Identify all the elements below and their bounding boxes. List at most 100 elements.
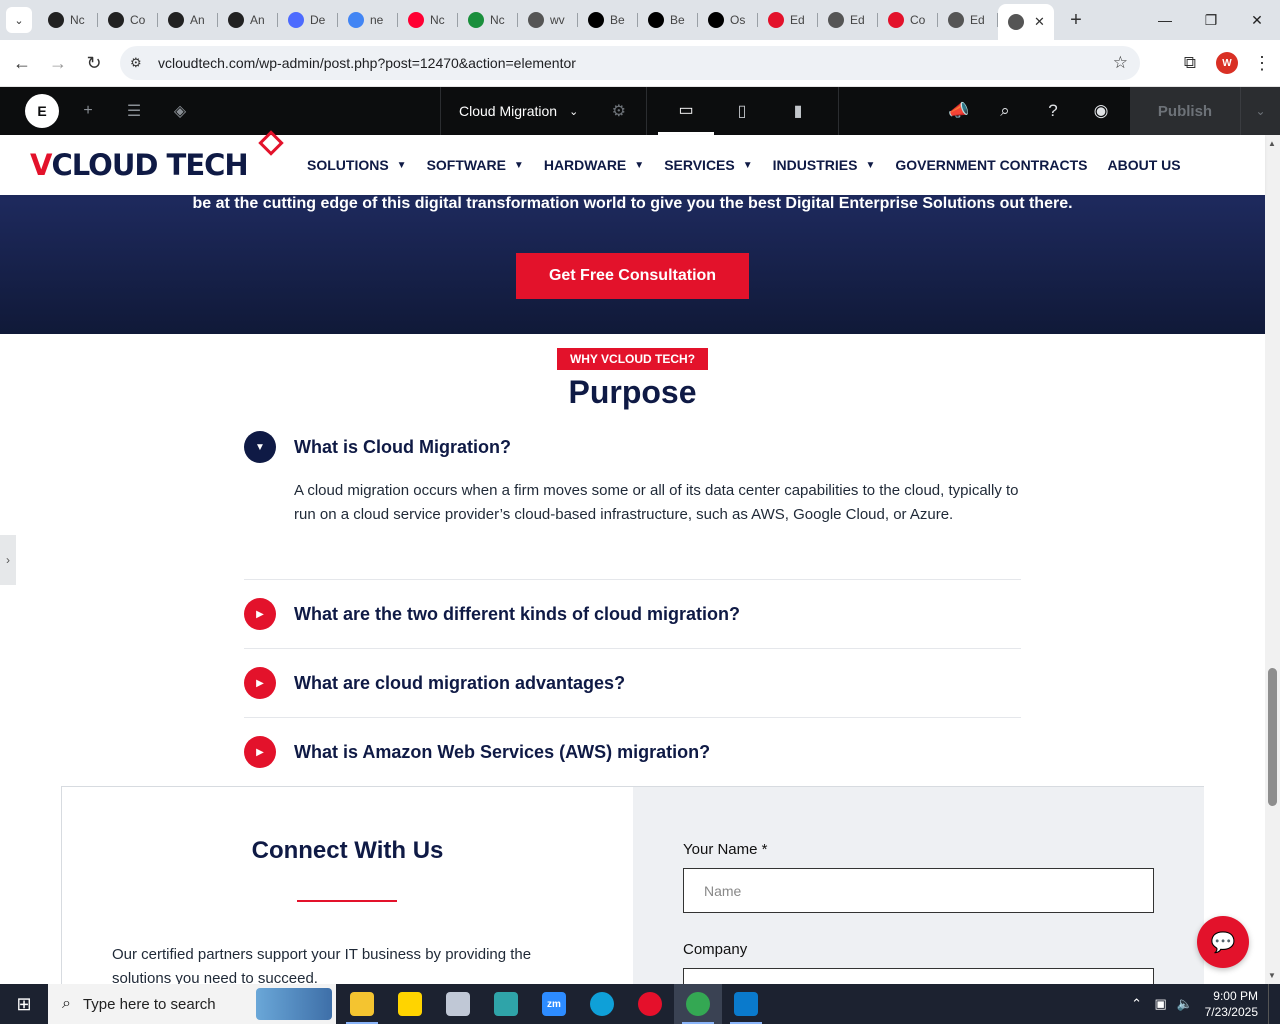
get-free-consultation-button[interactable]: Get Free Consultation xyxy=(516,253,749,299)
deepseek-icon xyxy=(288,12,304,28)
browser-tab-active[interactable]: ✕ xyxy=(998,4,1054,40)
browser-tab[interactable]: Ed xyxy=(818,4,878,36)
more-menu-icon[interactable]: ⋮ xyxy=(1252,53,1272,74)
nav-item[interactable]: SOLUTIONS ▼ xyxy=(297,157,417,173)
tablet-device-button[interactable]: ▯ xyxy=(714,87,770,135)
faq-question[interactable]: What is Amazon Web Services (AWS) migrat… xyxy=(294,742,710,763)
caret-right-icon[interactable]: ▶ xyxy=(244,736,276,768)
taskbar-app[interactable] xyxy=(578,984,626,1024)
volume-icon[interactable]: 🔈 xyxy=(1173,996,1197,1012)
name-input[interactable]: Name xyxy=(683,868,1154,913)
browser-tab[interactable]: Co xyxy=(98,4,158,36)
nav-item[interactable]: HARDWARE ▼ xyxy=(534,157,654,173)
browser-tab[interactable]: Ed xyxy=(938,4,998,36)
publish-button[interactable]: Publish xyxy=(1130,87,1240,135)
close-window-button[interactable]: ✕ xyxy=(1234,0,1280,40)
browser-tab[interactable]: ne xyxy=(338,4,398,36)
taskbar-app[interactable] xyxy=(338,984,386,1024)
structure-button[interactable]: ◈ xyxy=(157,87,203,135)
new-tab-button[interactable]: + xyxy=(1058,4,1094,36)
restore-button[interactable]: ❐ xyxy=(1188,0,1234,40)
taskbar-app[interactable] xyxy=(722,984,770,1024)
faq-item[interactable]: ▶ What are the two different kinds of cl… xyxy=(244,580,1021,649)
scrollbar-thumb[interactable] xyxy=(1268,668,1277,806)
finder-button[interactable]: ⌕ xyxy=(981,87,1029,135)
browser-tab[interactable]: wv xyxy=(518,4,578,36)
browser-tab[interactable]: Os xyxy=(698,4,758,36)
caret-right-icon[interactable]: ▶ xyxy=(244,667,276,699)
tab-title: ne xyxy=(370,13,384,27)
nav-item[interactable]: SERVICES ▼ xyxy=(654,157,762,173)
section-title: Purpose xyxy=(568,374,697,410)
elementor-logo[interactable]: E xyxy=(25,94,59,128)
browser-tab[interactable]: Nc xyxy=(38,4,98,36)
bookmark-star-icon[interactable]: ☆ xyxy=(1113,53,1128,73)
taskbar-app[interactable] xyxy=(482,984,530,1024)
address-bar[interactable]: ⚙ vcloudtech.com/wp-admin/post.php?post=… xyxy=(120,46,1140,80)
scroll-down-icon[interactable]: ▼ xyxy=(1268,971,1276,980)
desktop-device-button[interactable]: ▭ xyxy=(658,87,714,135)
nav-item[interactable]: GOVERNMENT CONTRACTS xyxy=(885,157,1097,173)
taskbar-search[interactable]: ⌕ Type here to search xyxy=(48,984,336,1024)
preview-button[interactable]: ◉ xyxy=(1077,87,1125,135)
reload-button[interactable]: ↻ xyxy=(76,45,112,81)
close-tab-icon[interactable]: ✕ xyxy=(1034,14,1045,30)
browser-tab[interactable]: De xyxy=(278,4,338,36)
company-input[interactable] xyxy=(683,968,1154,985)
start-button[interactable]: ⊞ xyxy=(0,984,48,1024)
notifications-button[interactable]: 📣 xyxy=(935,87,983,135)
taskbar-app[interactable] xyxy=(674,984,722,1024)
tab-list: Nc Co An An De ne Nc Nc wv Be Be Os Ed Ed Co Ed ✕ xyxy=(38,0,1054,40)
caret-right-icon[interactable]: ▶ xyxy=(244,598,276,630)
faq-question[interactable]: What is Cloud Migration? xyxy=(294,437,511,458)
taskbar-app[interactable] xyxy=(626,984,674,1024)
chat-button[interactable]: 💬 xyxy=(1197,916,1249,968)
faq-list: ▼ What is Cloud Migration? A cloud migra… xyxy=(244,431,1021,787)
browser-tab[interactable]: Nc xyxy=(398,4,458,36)
help-button[interactable]: ? xyxy=(1029,87,1077,135)
site-logo[interactable]: VCLOUD TECH xyxy=(30,130,284,182)
nav-item[interactable]: ABOUT US xyxy=(1097,157,1190,173)
browser-tab[interactable]: Ed xyxy=(758,4,818,36)
publish-options-button[interactable]: ⌄ xyxy=(1240,87,1280,135)
url-text[interactable]: vcloudtech.com/wp-admin/post.php?post=12… xyxy=(158,55,576,71)
nav-item[interactable]: INDUSTRIES ▼ xyxy=(763,157,886,173)
faq-item[interactable]: ▼ What is Cloud Migration? A cloud migra… xyxy=(244,431,1021,580)
forward-button[interactable]: → xyxy=(40,45,76,81)
tab-search-menu[interactable]: ⌄ xyxy=(0,0,38,40)
linkedin-icon xyxy=(528,12,544,28)
nav-item[interactable]: SOFTWARE ▼ xyxy=(417,157,534,173)
clock[interactable]: 9:00 PM 7/23/2025 xyxy=(1197,988,1268,1020)
faq-item[interactable]: ▶ What are cloud migration advantages? xyxy=(244,649,1021,718)
taskbar-app[interactable] xyxy=(386,984,434,1024)
back-button[interactable]: ← xyxy=(4,45,40,81)
mobile-device-button[interactable]: ▮ xyxy=(770,87,826,135)
scroll-up-icon[interactable]: ▲ xyxy=(1268,139,1276,148)
browser-tab[interactable]: Nc xyxy=(458,4,518,36)
taskbar-app[interactable] xyxy=(434,984,482,1024)
desktop-icon: ▭ xyxy=(678,101,694,119)
page-scrollbar[interactable]: ▲ ▼ xyxy=(1265,135,1280,984)
browser-tab[interactable]: Be xyxy=(638,4,698,36)
browser-tab[interactable]: Co xyxy=(878,4,938,36)
add-element-button[interactable]: + xyxy=(65,87,111,135)
show-desktop-button[interactable] xyxy=(1268,984,1280,1024)
taskbar-app[interactable]: zm xyxy=(530,984,578,1024)
gear-icon[interactable]: ⚙ xyxy=(612,101,626,121)
faq-question[interactable]: What are cloud migration advantages? xyxy=(294,673,625,694)
document-settings[interactable]: Cloud Migration ⌄ ⚙ xyxy=(440,87,647,135)
profile-avatar[interactable]: W xyxy=(1216,52,1238,74)
panel-toggle[interactable]: › xyxy=(0,535,16,585)
site-info-icon[interactable]: ⚙ xyxy=(130,55,150,71)
faq-item[interactable]: ▶ What is Amazon Web Services (AWS) migr… xyxy=(244,718,1021,787)
network-icon[interactable]: ▣ xyxy=(1149,996,1173,1012)
minimize-button[interactable]: — xyxy=(1142,0,1188,40)
faq-question[interactable]: What are the two different kinds of clou… xyxy=(294,604,740,625)
browser-tab[interactable]: An xyxy=(158,4,218,36)
browser-tab[interactable]: An xyxy=(218,4,278,36)
caret-down-icon[interactable]: ▼ xyxy=(244,431,276,463)
chevron-up-icon[interactable]: ⌃ xyxy=(1125,996,1149,1012)
site-settings-button[interactable]: ☰ xyxy=(111,87,157,135)
browser-tab[interactable]: Be xyxy=(578,4,638,36)
extensions-icon[interactable]: ⧉ xyxy=(1178,53,1202,73)
